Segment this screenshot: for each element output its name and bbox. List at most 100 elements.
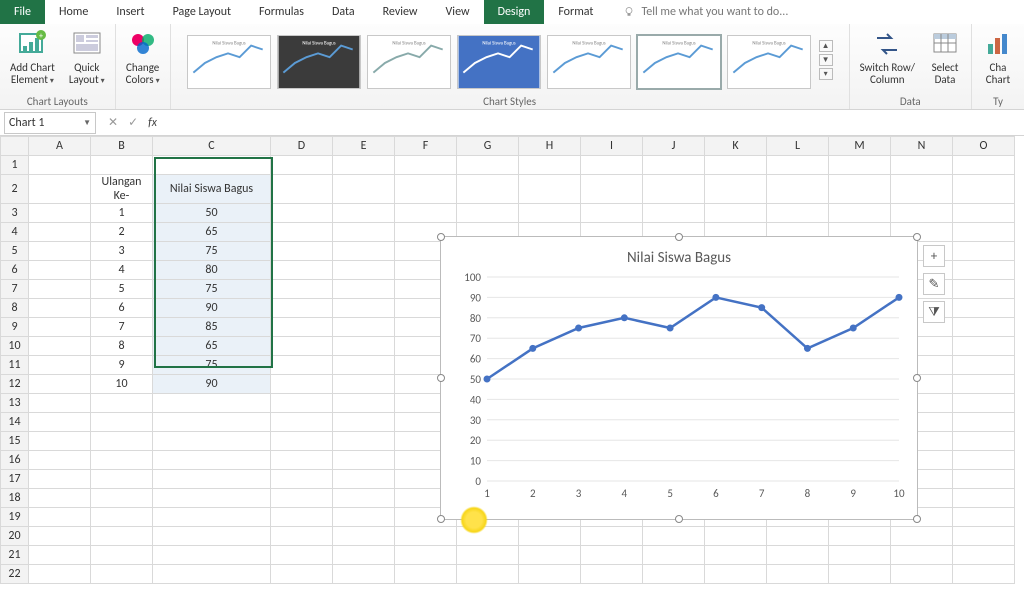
cell-C18[interactable] bbox=[153, 489, 271, 508]
cell-G20[interactable] bbox=[457, 527, 519, 546]
chart-data-point[interactable] bbox=[712, 294, 719, 301]
tell-me-search[interactable]: Tell me what you want to do... bbox=[607, 0, 1024, 24]
cell-B18[interactable] bbox=[91, 489, 153, 508]
cell-M2[interactable] bbox=[829, 175, 891, 204]
row-header-11[interactable]: 11 bbox=[1, 356, 29, 375]
cell-E13[interactable] bbox=[333, 394, 395, 413]
enter-icon[interactable]: ✓ bbox=[128, 115, 138, 130]
cell-B6[interactable]: 4 bbox=[91, 261, 153, 280]
chart-filters-button[interactable]: ⧩ bbox=[923, 301, 945, 323]
row-header-6[interactable]: 6 bbox=[1, 261, 29, 280]
resize-handle[interactable] bbox=[437, 233, 445, 241]
row-header-5[interactable]: 5 bbox=[1, 242, 29, 261]
cell-A13[interactable] bbox=[29, 394, 91, 413]
tab-page-layout[interactable]: Page Layout bbox=[159, 0, 245, 24]
col-header-D[interactable]: D bbox=[271, 137, 333, 156]
cell-O2[interactable] bbox=[953, 175, 1015, 204]
cell-G3[interactable] bbox=[457, 204, 519, 223]
cell-G2[interactable] bbox=[457, 175, 519, 204]
cell-J2[interactable] bbox=[643, 175, 705, 204]
row-header-12[interactable]: 12 bbox=[1, 375, 29, 394]
change-chart-type-button[interactable]: ChaChart bbox=[978, 26, 1018, 88]
cell-O17[interactable] bbox=[953, 470, 1015, 489]
cell-D22[interactable] bbox=[271, 565, 333, 584]
chart-style-thumb[interactable]: Nilai Siswa Bagus bbox=[727, 35, 811, 89]
col-header-E[interactable]: E bbox=[333, 137, 395, 156]
cell-O19[interactable] bbox=[953, 508, 1015, 527]
tab-data[interactable]: Data bbox=[318, 0, 369, 24]
cell-I2[interactable] bbox=[581, 175, 643, 204]
cell-D19[interactable] bbox=[271, 508, 333, 527]
chart-data-point[interactable] bbox=[850, 325, 857, 332]
col-header-O[interactable]: O bbox=[953, 137, 1015, 156]
cell-D16[interactable] bbox=[271, 451, 333, 470]
cell-E21[interactable] bbox=[333, 546, 395, 565]
gallery-up-icon[interactable]: ▲ bbox=[819, 40, 833, 52]
tab-review[interactable]: Review bbox=[369, 0, 432, 24]
row-header-10[interactable]: 10 bbox=[1, 337, 29, 356]
cell-O18[interactable] bbox=[953, 489, 1015, 508]
cell-J3[interactable] bbox=[643, 204, 705, 223]
col-header-L[interactable]: L bbox=[767, 137, 829, 156]
cell-C9[interactable]: 85 bbox=[153, 318, 271, 337]
chart-style-thumb[interactable]: Nilai Siswa Bagus bbox=[277, 35, 361, 89]
cell-E19[interactable] bbox=[333, 508, 395, 527]
cell-E7[interactable] bbox=[333, 280, 395, 299]
cell-C20[interactable] bbox=[153, 527, 271, 546]
cell-D7[interactable] bbox=[271, 280, 333, 299]
cell-B11[interactable]: 9 bbox=[91, 356, 153, 375]
cell-E16[interactable] bbox=[333, 451, 395, 470]
cell-O4[interactable] bbox=[953, 223, 1015, 242]
cell-E9[interactable] bbox=[333, 318, 395, 337]
col-header-K[interactable]: K bbox=[705, 137, 767, 156]
cell-O9[interactable] bbox=[953, 318, 1015, 337]
cell-E8[interactable] bbox=[333, 299, 395, 318]
cell-A22[interactable] bbox=[29, 565, 91, 584]
resize-handle[interactable] bbox=[437, 374, 445, 382]
cell-J1[interactable] bbox=[643, 156, 705, 175]
tab-view[interactable]: View bbox=[432, 0, 484, 24]
cell-C10[interactable]: 65 bbox=[153, 337, 271, 356]
tab-file[interactable]: File bbox=[0, 0, 45, 24]
cell-N1[interactable] bbox=[891, 156, 953, 175]
cell-B3[interactable]: 1 bbox=[91, 204, 153, 223]
cell-C5[interactable]: 75 bbox=[153, 242, 271, 261]
cell-D11[interactable] bbox=[271, 356, 333, 375]
cell-B21[interactable] bbox=[91, 546, 153, 565]
cell-B22[interactable] bbox=[91, 565, 153, 584]
cell-B4[interactable]: 2 bbox=[91, 223, 153, 242]
cell-E12[interactable] bbox=[333, 375, 395, 394]
chart-elements-button[interactable]: + bbox=[923, 245, 945, 267]
chart-data-point[interactable] bbox=[575, 325, 582, 332]
cell-A16[interactable] bbox=[29, 451, 91, 470]
cell-D20[interactable] bbox=[271, 527, 333, 546]
row-header-9[interactable]: 9 bbox=[1, 318, 29, 337]
cell-C3[interactable]: 50 bbox=[153, 204, 271, 223]
cell-L2[interactable] bbox=[767, 175, 829, 204]
cell-C4[interactable]: 65 bbox=[153, 223, 271, 242]
cell-O16[interactable] bbox=[953, 451, 1015, 470]
tab-insert[interactable]: Insert bbox=[102, 0, 158, 24]
cell-N22[interactable] bbox=[891, 565, 953, 584]
cell-L21[interactable] bbox=[767, 546, 829, 565]
cell-A11[interactable] bbox=[29, 356, 91, 375]
row-header-8[interactable]: 8 bbox=[1, 299, 29, 318]
chart-data-point[interactable] bbox=[896, 294, 903, 301]
cancel-icon[interactable]: ✕ bbox=[108, 115, 118, 130]
cell-C2[interactable]: Nilai Siswa Bagus bbox=[153, 175, 271, 204]
cell-E5[interactable] bbox=[333, 242, 395, 261]
row-header-4[interactable]: 4 bbox=[1, 223, 29, 242]
cell-B10[interactable]: 8 bbox=[91, 337, 153, 356]
cell-K3[interactable] bbox=[705, 204, 767, 223]
formula-input[interactable] bbox=[167, 112, 1024, 134]
cell-L1[interactable] bbox=[767, 156, 829, 175]
cell-A14[interactable] bbox=[29, 413, 91, 432]
cell-K22[interactable] bbox=[705, 565, 767, 584]
cell-E10[interactable] bbox=[333, 337, 395, 356]
cell-D12[interactable] bbox=[271, 375, 333, 394]
cell-A21[interactable] bbox=[29, 546, 91, 565]
cell-D10[interactable] bbox=[271, 337, 333, 356]
chart-data-point[interactable] bbox=[667, 325, 674, 332]
cell-N21[interactable] bbox=[891, 546, 953, 565]
cell-H1[interactable] bbox=[519, 156, 581, 175]
